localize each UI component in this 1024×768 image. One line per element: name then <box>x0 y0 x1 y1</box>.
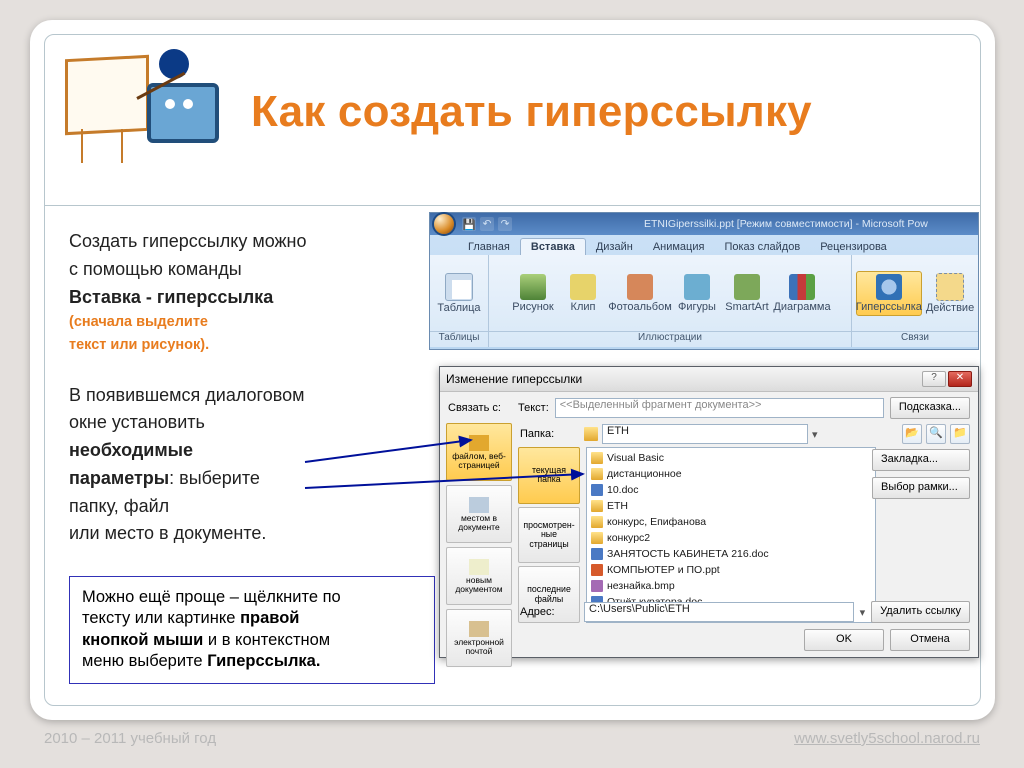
ok-button[interactable]: OK <box>804 629 884 651</box>
p2-bold2: параметры <box>69 468 169 488</box>
tab-slideshow[interactable]: Показ слайдов <box>714 239 810 255</box>
redo-icon[interactable]: ↷ <box>498 217 512 231</box>
folder-label: Папка: <box>520 428 580 440</box>
p2-l2: окне установить <box>69 411 413 435</box>
folder-icon <box>584 427 598 441</box>
btn-picture[interactable]: Рисунок <box>510 272 556 315</box>
close-button[interactable]: ✕ <box>948 371 972 387</box>
slide-body: Создать гиперссылку можно с помощью кома… <box>45 205 980 705</box>
linkto-sidebar: файлом, веб-страницей местом в документе… <box>446 421 512 623</box>
mode-browsed-pages[interactable]: просмотрен-ные страницы <box>518 507 580 564</box>
frame-button[interactable]: Выбор рамки... <box>872 477 970 499</box>
text-input[interactable]: <<Выделенный фрагмент документа>> <box>555 398 884 418</box>
p2-bold1: необходимые <box>69 440 193 460</box>
p1-note1: (сначала выделите <box>69 313 413 332</box>
header: Как создать гиперссылку <box>45 35 980 189</box>
linkto-newdoc[interactable]: новым документом <box>446 547 512 605</box>
tab-design[interactable]: Дизайн <box>586 239 643 255</box>
bookmark-button[interactable]: Закладка... <box>872 449 970 471</box>
p2-l6: или место в документе. <box>69 522 413 546</box>
btn-smartart[interactable]: SmartArt <box>724 272 770 315</box>
quick-access-toolbar: 💾 ↶ ↷ ETNIGiperssilki.ppt [Режим совмест… <box>430 213 978 235</box>
list-item[interactable]: конкурс, Епифанова <box>591 514 871 530</box>
list-item[interactable]: конкурс2 <box>591 530 871 546</box>
list-item[interactable]: незнайка.bmp <box>591 578 871 594</box>
linkto-email[interactable]: электронной почтой <box>446 609 512 667</box>
hint-button[interactable]: Подсказка... <box>890 397 970 419</box>
btn-photoalbum[interactable]: Фотоальбом <box>610 272 670 315</box>
tab-review[interactable]: Рецензирова <box>810 239 897 255</box>
tab-animation[interactable]: Анимация <box>643 239 715 255</box>
group-tables: Таблица Таблицы <box>430 255 489 347</box>
footer-year: 2010 – 2011 учебный год <box>44 730 216 747</box>
tip-l1: Можно ещё проще – щёлкните по <box>82 587 422 608</box>
dialog-title: Изменение гиперссылки <box>446 372 582 386</box>
p2-l5: папку, файл <box>69 495 413 519</box>
help-button[interactable]: ? <box>922 371 946 387</box>
document-title: ETNIGiperssilki.ppt [Режим совместимости… <box>644 218 928 230</box>
ribbon-groups: Таблица Таблицы Рисунок Клип Фотоальбом … <box>430 255 978 347</box>
group-illustrations: Рисунок Клип Фотоальбом Фигуры SmartArt … <box>489 255 852 347</box>
file-list[interactable]: Visual Basic дистанционное 10.doc ETH ко… <box>586 447 876 623</box>
address-label: Адрес: <box>520 606 578 618</box>
up-folder-icon[interactable]: 📂 <box>902 424 922 444</box>
paragraph2: В появившемся диалоговом окне установить… <box>69 384 413 547</box>
ribbon-screenshot: 💾 ↶ ↷ ETNIGiperssilki.ppt [Режим совмест… <box>429 212 979 350</box>
footer-link[interactable]: www.svetly5school.narod.ru <box>794 730 980 747</box>
remove-link-button[interactable]: Удалить ссылку <box>871 601 970 623</box>
left-column: Создать гиперссылку можно с помощью кома… <box>69 230 413 550</box>
p1-l3: Вставка - гиперссылка <box>69 286 413 310</box>
browse-mode-sidebar: текущая папка просмотрен-ные страницы по… <box>518 447 580 623</box>
p1-l1: Создать гиперссылку можно <box>69 230 413 254</box>
btn-hyperlink[interactable]: Гиперссылка <box>856 271 922 316</box>
list-item[interactable]: дистанционное <box>591 466 871 482</box>
tip-box: Можно ещё проще – щёлкните по тексту или… <box>69 576 435 684</box>
slide-frame: Как создать гиперссылку Создать гиперссы… <box>44 34 981 706</box>
list-item[interactable]: ЗАНЯТОСТЬ КАБИНЕТА 216.doc <box>591 546 871 562</box>
logo-illustration <box>61 51 241 181</box>
linkto-file-web[interactable]: файлом, веб-страницей <box>446 423 512 481</box>
tab-insert[interactable]: Вставка <box>520 238 586 255</box>
mode-current-folder[interactable]: текущая папка <box>518 447 580 504</box>
footer: 2010 – 2011 учебный год www.svetly5schoo… <box>44 730 980 747</box>
p1-l2: с помощью команды <box>69 258 413 282</box>
group-tables-label: Таблицы <box>430 331 488 347</box>
btn-action[interactable]: Действие <box>926 271 974 316</box>
list-item[interactable]: 10.doc <box>591 482 871 498</box>
text-label: Текст: <box>518 402 549 414</box>
btn-table[interactable]: Таблица <box>436 271 482 316</box>
dialog-titlebar: Изменение гиперссылки ? ✕ <box>440 367 978 392</box>
group-links: Гиперссылка Действие Связи <box>852 255 978 347</box>
hyperlink-dialog: Изменение гиперссылки ? ✕ Связать с: Тек… <box>439 366 979 658</box>
tab-home[interactable]: Главная <box>458 239 520 255</box>
p2-l1: В появившемся диалоговом <box>69 384 413 408</box>
group-illustrations-label: Иллюстрации <box>489 331 851 347</box>
ribbon-tabs: Главная Вставка Дизайн Анимация Показ сл… <box>430 235 978 255</box>
btn-chart[interactable]: Диаграмма <box>774 272 830 315</box>
p1-note2: текст или рисунок). <box>69 336 413 355</box>
linkwith-label: Связать с: <box>448 402 512 414</box>
dialog-right-buttons: Закладка... Выбор рамки... <box>872 449 970 499</box>
cancel-button[interactable]: Отмена <box>890 629 970 651</box>
address-input[interactable]: C:\Users\Public\ETH <box>584 602 854 622</box>
slide-card: Как создать гиперссылку Создать гиперссы… <box>30 20 995 720</box>
undo-icon[interactable]: ↶ <box>480 217 494 231</box>
browse-web-icon[interactable]: 🔍 <box>926 424 946 444</box>
browse-file-icon[interactable]: 📁 <box>950 424 970 444</box>
folder-dropdown[interactable]: ETH <box>602 424 808 444</box>
list-item[interactable]: КОМПЬЮТЕР и ПО.ppt <box>591 562 871 578</box>
group-links-label: Связи <box>852 331 978 347</box>
linkto-place[interactable]: местом в документе <box>446 485 512 543</box>
slide-title: Как создать гиперссылку <box>251 87 812 137</box>
btn-clip[interactable]: Клип <box>560 272 606 315</box>
btn-shapes[interactable]: Фигуры <box>674 272 720 315</box>
list-item[interactable]: Visual Basic <box>591 450 871 466</box>
p2-l4b: : выберите <box>169 468 260 488</box>
list-item[interactable]: ETH <box>591 498 871 514</box>
save-icon[interactable]: 💾 <box>462 217 476 231</box>
office-button-icon[interactable] <box>434 214 454 234</box>
